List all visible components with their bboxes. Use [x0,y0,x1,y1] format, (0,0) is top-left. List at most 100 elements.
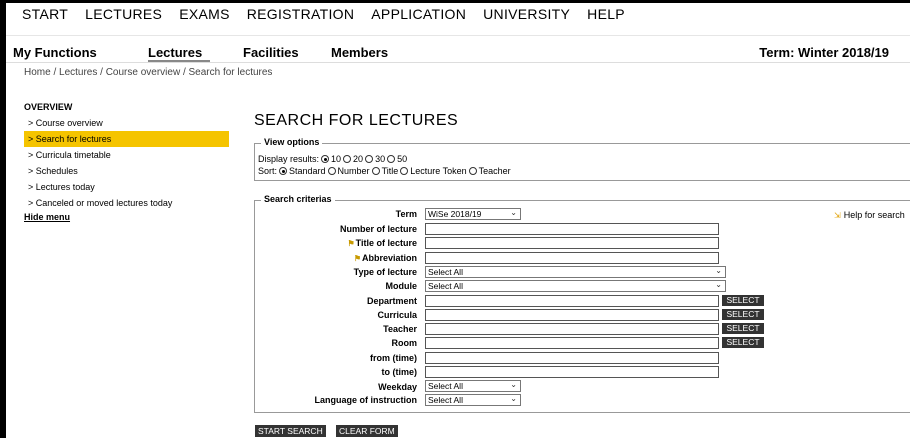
display-30-radio[interactable] [365,155,374,163]
chevron-down-icon: ⌄ [510,394,517,403]
sort-standard-radio[interactable] [279,167,288,175]
abbreviation-input[interactable] [425,252,719,264]
title-of-lecture-input[interactable] [425,237,719,249]
current-term: Term: Winter 2018/19 [759,45,889,60]
clear-form-button[interactable]: CLEAR FORM [336,425,398,437]
display-20-label: 20 [353,154,364,164]
sort-teacher-label: Teacher [478,166,511,176]
view-options-title: View options [261,137,323,147]
subnav-divider [6,62,910,63]
to-time-label: to (time) [381,367,418,377]
module-label: Module [385,281,418,291]
sidebar-item-canceled-lectures[interactable]: > Canceled or moved lectures today [24,195,229,211]
term-select-value: WiSe 2018/19 [428,209,482,219]
display-50-radio[interactable] [387,155,396,163]
nav-help[interactable]: HELP [587,6,625,22]
chevron-down-icon: ⌄ [715,280,722,289]
nav-start[interactable]: START [22,6,68,22]
type-of-lecture-label: Type of lecture [353,267,417,277]
sort-label: Sort: [258,166,278,176]
top-navigation: START LECTURES EXAMS REGISTRATION APPLIC… [22,6,642,22]
sort-number-radio[interactable] [327,167,336,175]
sort-number-label: Number [337,166,370,176]
flag-icon: ⚑ [353,254,361,263]
display-50-label: 50 [397,154,408,164]
language-value: Select All [428,395,463,405]
start-search-button[interactable]: START SEARCH [255,425,326,437]
term-label: Term [395,209,417,219]
sidebar-item-schedules[interactable]: > Schedules [24,163,229,179]
sort-lecture-token-label: Lecture Token [410,166,467,176]
abbreviation-label: ⚑Abbreviation [267,253,417,263]
flag-icon: ⚑ [347,239,355,248]
module-value: Select All [428,281,463,291]
help-for-search-label: Help for search [843,210,905,220]
room-input[interactable] [425,337,719,349]
help-arrow-icon: ⇲ [834,211,841,220]
chevron-down-icon: ⌄ [715,266,722,275]
subnav-facilities[interactable]: Facilities [243,45,299,60]
breadcrumb: Home / Lectures / Course overview / Sear… [24,67,273,78]
department-input[interactable] [425,295,719,307]
sidebar: OVERVIEW > Course overview > Search for … [24,102,229,224]
from-time-input[interactable] [425,352,719,364]
teacher-select-button[interactable]: SELECT [722,323,764,334]
term-select[interactable]: WiSe 2018/19 ⌄ [425,208,521,220]
sort-title-label: Title [381,166,399,176]
chevron-down-icon: ⌄ [510,208,517,217]
room-select-button[interactable]: SELECT [722,337,764,348]
subnav-my-functions[interactable]: My Functions [13,45,97,60]
department-label: Department [366,296,417,306]
search-criteria-title: Search criterias [261,194,335,204]
language-select[interactable]: Select All ⌄ [425,394,521,406]
sidebar-item-lectures-today[interactable]: > Lectures today [24,179,229,195]
nav-application[interactable]: APPLICATION [371,6,466,22]
nav-exams[interactable]: EXAMS [179,6,230,22]
type-of-lecture-select[interactable]: Select All ⌄ [425,266,726,278]
window-left-border [0,0,6,438]
weekday-label: Weekday [378,382,417,392]
sidebar-heading: OVERVIEW [24,102,73,112]
display-results-label: Display results: [258,154,320,164]
to-time-input[interactable] [425,366,719,378]
display-10-label: 10 [331,154,342,164]
sort-title-radio[interactable] [371,167,380,175]
nav-university[interactable]: UNIVERSITY [483,6,570,22]
from-time-label: from (time) [370,353,417,363]
curricula-select-button[interactable]: SELECT [722,309,764,320]
language-label: Language of instruction [314,395,418,405]
title-of-lecture-label: ⚑Title of lecture [267,238,417,248]
sort-teacher-radio[interactable] [468,167,477,175]
room-label: Room [391,338,418,348]
window-top-border [0,0,910,3]
top-nav-divider [6,35,910,36]
sort-lecture-token-radio[interactable] [400,167,409,175]
display-results-row: Display results: 10 20 30 50 [258,154,407,164]
sidebar-item-search-for-lectures[interactable]: > Search for lectures [24,131,229,147]
sidebar-item-curricula-timetable[interactable]: > Curricula timetable [24,147,229,163]
nav-lectures[interactable]: LECTURES [85,6,162,22]
weekday-select[interactable]: Select All ⌄ [425,380,521,392]
department-select-button[interactable]: SELECT [722,295,764,306]
page-title: SEARCH FOR LECTURES [254,112,459,129]
weekday-value: Select All [428,381,463,391]
curricula-input[interactable] [425,309,719,321]
sidebar-item-course-overview[interactable]: > Course overview [24,115,229,131]
sort-row: Sort: Standard Number Title Lecture Toke… [258,166,511,176]
title-of-lecture-text: Title of lecture [355,238,417,248]
subnav-members[interactable]: Members [331,45,388,60]
help-for-search-link[interactable]: ⇲ Help for search [834,210,905,220]
number-of-lecture-label: Number of lecture [339,224,417,234]
hide-menu-link[interactable]: Hide menu [24,210,229,224]
teacher-input[interactable] [425,323,719,335]
module-select[interactable]: Select All ⌄ [425,280,726,292]
display-20-radio[interactable] [343,155,352,163]
nav-registration[interactable]: REGISTRATION [247,6,355,22]
abbreviation-text: Abbreviation [361,253,417,263]
number-of-lecture-input[interactable] [425,223,719,235]
sort-standard-label: Standard [289,166,326,176]
display-30-label: 30 [375,154,386,164]
display-10-radio[interactable] [321,155,330,163]
subnav-lectures[interactable]: Lectures [148,45,202,60]
curricula-label: Curricula [377,310,417,320]
